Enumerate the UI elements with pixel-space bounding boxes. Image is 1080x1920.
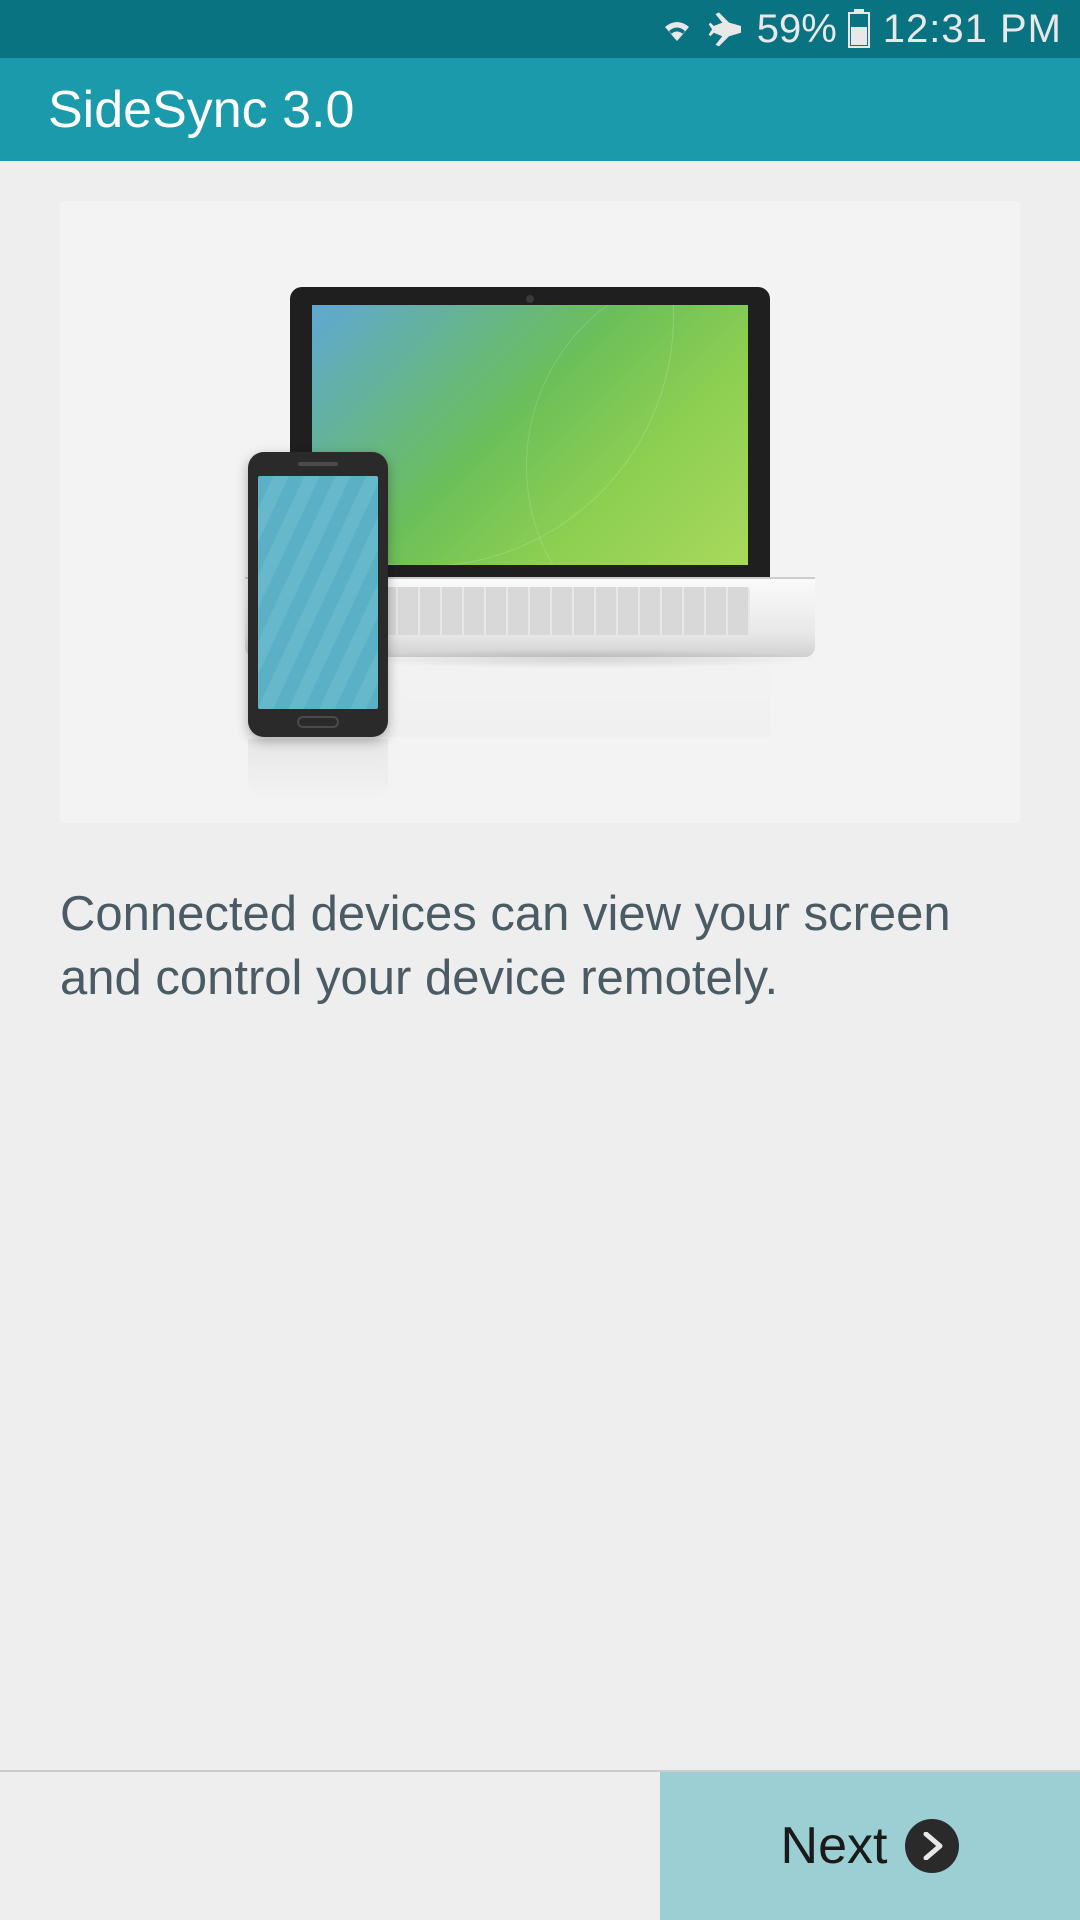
devices-illustration: [240, 287, 840, 737]
next-button-label: Next: [781, 1816, 888, 1876]
app-header: SideSync 3.0: [0, 58, 1080, 161]
main-content: Connected devices can view your screen a…: [0, 161, 1080, 1010]
next-button[interactable]: Next: [660, 1772, 1080, 1920]
status-icons: 59%: [657, 7, 871, 52]
status-time: 12:31 PM: [883, 7, 1062, 52]
chevron-right-icon: [905, 1819, 959, 1873]
app-title: SideSync 3.0: [48, 80, 354, 140]
battery-icon: [847, 9, 871, 49]
phone-icon: [248, 452, 388, 737]
bottom-bar: Next: [0, 1770, 1080, 1920]
description-text: Connected devices can view your screen a…: [60, 883, 1020, 1010]
bottom-spacer: [0, 1772, 660, 1920]
illustration-card: [60, 201, 1020, 823]
airplane-icon: [707, 9, 747, 49]
battery-percent: 59%: [757, 7, 837, 52]
wifi-icon: [657, 13, 697, 45]
status-bar: 59% 12:31 PM: [0, 0, 1080, 58]
